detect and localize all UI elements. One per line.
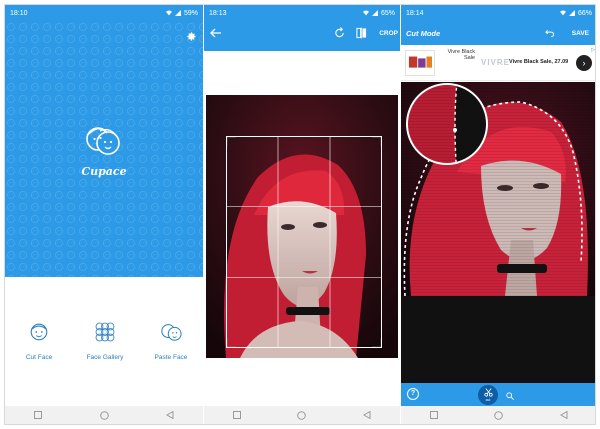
android-nav-bar	[401, 406, 595, 424]
ad-thumbnail	[405, 50, 435, 76]
crop-screen: 18:13 65% CROP	[204, 5, 400, 424]
triangle-back-icon	[560, 411, 568, 419]
save-button[interactable]: SAVE	[572, 30, 589, 37]
signal-icon	[371, 10, 378, 16]
status-time: 18:14	[406, 9, 424, 17]
status-time: 18:10	[10, 9, 28, 17]
signal-icon	[174, 10, 181, 16]
cut-face-icon	[30, 323, 48, 341]
cut-tool-button[interactable]: cut	[478, 385, 498, 405]
settings-gear-icon[interactable]	[186, 31, 197, 42]
back-button[interactable]	[559, 410, 569, 420]
cut-mode-screen: 18:14 66% Cut Mode SAVE Vivre Black Sale…	[401, 5, 596, 424]
app-brand-name: Cupace	[81, 165, 127, 178]
paste-face-button[interactable]: Paste Face	[141, 321, 201, 361]
square-icon	[429, 411, 438, 419]
cupace-logo-icon	[86, 127, 120, 155]
wifi-icon	[559, 10, 566, 16]
battery-level: 59%	[183, 9, 198, 17]
cut-tool-label: cut	[485, 398, 491, 402]
ad-brand: VIVRE	[481, 58, 511, 67]
ad-headline: Vivre Black Sale, 27.09	[509, 59, 569, 65]
battery-level: 66%	[577, 9, 592, 17]
wifi-icon	[362, 10, 369, 16]
circle-icon	[99, 410, 109, 420]
back-button[interactable]	[362, 410, 372, 420]
flip-icon[interactable]	[356, 27, 367, 39]
cut-mode-title: Cut Mode	[406, 29, 441, 38]
square-icon	[34, 411, 42, 419]
cut-canvas-empty-area	[401, 296, 595, 383]
battery-level: 65%	[380, 9, 395, 17]
cut-face-label: Cut Face	[25, 354, 53, 361]
crop-button[interactable]: CROP	[379, 30, 398, 37]
status-bar: 18:10 59%	[5, 5, 203, 21]
ad-banner[interactable]: Vivre Black Sale VIVRE Vivre Black Sale,…	[401, 45, 595, 81]
back-button[interactable]	[165, 410, 175, 420]
paste-face-label: Paste Face	[154, 354, 188, 361]
scissors-icon	[483, 388, 493, 397]
zoom-tool-button[interactable]: zoom	[502, 387, 518, 409]
home-button[interactable]	[297, 410, 307, 420]
circle-icon	[297, 410, 307, 420]
cut-mode-bottom-bar: ? cut zoom	[401, 383, 595, 409]
home-button[interactable]	[99, 410, 109, 420]
help-button[interactable]: ?	[407, 388, 419, 400]
status-bar: 18:14 66%	[401, 5, 595, 21]
android-nav-bar	[204, 406, 400, 424]
cut-face-button[interactable]: Cut Face	[9, 321, 69, 361]
face-gallery-icon	[95, 322, 115, 342]
face-gallery-label: Face Gallery	[86, 354, 124, 361]
circle-icon	[494, 410, 504, 420]
status-bar: 18:13 65%	[204, 5, 400, 21]
triangle-back-icon	[166, 411, 174, 419]
zoom-icon	[506, 392, 514, 400]
square-icon	[232, 411, 241, 419]
android-nav-bar	[5, 406, 203, 424]
ad-arrow-icon[interactable]: ›	[576, 55, 592, 71]
home-screen: 18:10 59% Cupace Cut Face Face Gallery P…	[5, 5, 203, 424]
cut-photo[interactable]	[401, 82, 596, 296]
back-arrow-icon[interactable]	[210, 28, 222, 38]
rotate-icon[interactable]	[334, 27, 345, 39]
screenshot-frame: 18:10 59% Cupace Cut Face Face Gallery P…	[4, 4, 596, 425]
recents-button[interactable]	[429, 410, 439, 420]
status-time: 18:13	[209, 9, 227, 17]
recents-button[interactable]	[33, 410, 43, 420]
signal-icon	[568, 10, 575, 16]
home-button[interactable]	[494, 410, 504, 420]
crop-grid-overlay[interactable]	[226, 136, 382, 348]
face-gallery-button[interactable]: Face Gallery	[75, 321, 135, 361]
recents-button[interactable]	[232, 410, 242, 420]
ad-small-text: Vivre Black Sale	[447, 49, 475, 61]
ad-choices-icon[interactable]: ▷	[591, 47, 595, 53]
triangle-back-icon	[363, 411, 371, 419]
undo-icon[interactable]	[545, 29, 554, 37]
paste-face-icon	[161, 324, 182, 341]
wifi-icon	[165, 10, 172, 16]
